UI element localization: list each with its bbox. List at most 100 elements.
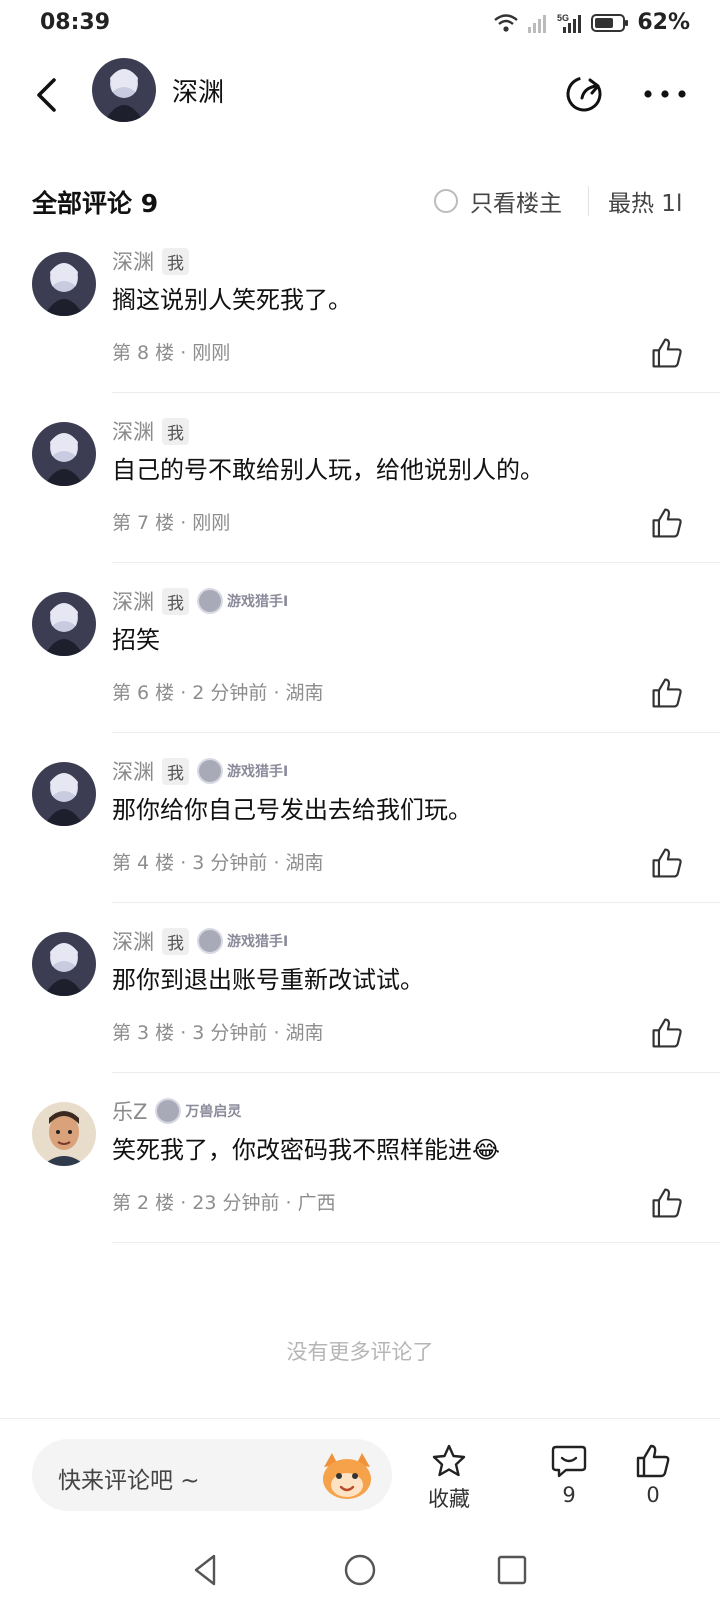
title-badge-label: 游戏猎手I — [227, 764, 289, 780]
title-badge-label: 万兽启灵 — [185, 1104, 242, 1120]
only-op-toggle[interactable]: 只看楼主 — [434, 184, 562, 218]
comment-author-row: 深渊 我 — [112, 246, 189, 276]
mascot-icon — [323, 1453, 371, 1499]
comment-author-row: 深渊 我 — [112, 416, 189, 446]
comment-author[interactable]: 深渊 — [112, 416, 154, 446]
page-title: 深渊 — [172, 78, 225, 108]
divider — [112, 392, 720, 393]
thumbs-up-icon[interactable] — [650, 676, 684, 710]
comment-text[interactable]: 招笑 — [112, 620, 160, 655]
comment-input[interactable]: 快来评论吧 ~ — [32, 1439, 392, 1511]
bottom-bar: 快来评论吧 ~ 收藏 9 0 — [0, 1418, 720, 1530]
no-more-comments: 没有更多评论了 — [286, 1340, 434, 1364]
comment-item[interactable]: 深渊 我 游戏猎手I 那你到退出账号重新改试试。 第 3 楼 · 3 分钟前 ·… — [0, 926, 720, 1098]
comments-header: 全部评论 9 只看楼主 最热 1l — [0, 172, 720, 228]
title-badge-label: 游戏猎手I — [227, 934, 289, 950]
status-time: 08:39 — [40, 10, 111, 35]
title-badge: 游戏猎手I — [197, 928, 288, 954]
status-bar: 08:39 5G 62% — [0, 0, 720, 48]
wifi-icon — [494, 13, 519, 32]
network-label: 5G — [557, 13, 569, 23]
collect-label: 收藏 — [428, 1487, 470, 1511]
me-badge: 我 — [162, 927, 189, 955]
comment-author[interactable]: 深渊 — [112, 926, 154, 956]
avatar[interactable] — [32, 252, 96, 316]
back-icon[interactable] — [28, 72, 68, 118]
title-badge: 万兽启灵 — [155, 1098, 241, 1124]
avatar[interactable] — [92, 58, 156, 122]
avatar[interactable] — [32, 422, 96, 486]
share-icon[interactable] — [562, 70, 608, 116]
thumbs-up-icon[interactable] — [650, 336, 684, 370]
sort-dropdown[interactable]: 最热 1l — [608, 184, 682, 218]
radio-icon[interactable] — [434, 189, 458, 213]
comment-text[interactable]: 那你给你自己号发出去给我们玩。 — [112, 790, 472, 825]
comment-author[interactable]: 深渊 — [112, 756, 154, 786]
battery-icon — [591, 13, 629, 32]
divider — [112, 1242, 720, 1243]
comment-item[interactable]: 深渊 我 搁这说别人笑死我了。 第 8 楼 · 刚刚 — [0, 246, 720, 418]
title-badge-label: 游戏猎手I — [227, 594, 289, 610]
comment-count-button[interactable]: 9 — [534, 1443, 604, 1507]
nav-home-icon[interactable] — [340, 1550, 380, 1590]
like-count: 0 — [646, 1483, 660, 1507]
medal-icon — [155, 1098, 182, 1124]
header: 深渊 — [0, 50, 720, 140]
thumbs-up-icon — [636, 1444, 670, 1478]
avatar[interactable] — [32, 1102, 96, 1166]
signal-icon-2: 5G — [557, 13, 582, 33]
battery-percent: 62% — [637, 10, 690, 35]
comment-author[interactable]: 乐Z — [112, 1096, 147, 1126]
me-badge: 我 — [162, 757, 189, 785]
divider — [112, 732, 720, 733]
comment-meta: 第 8 楼 · 刚刚 — [112, 342, 231, 364]
medal-icon — [197, 758, 223, 784]
comments-title: 全部评论 9 — [32, 189, 159, 218]
like-button[interactable]: 0 — [618, 1443, 688, 1507]
me-badge: 我 — [162, 247, 189, 275]
nav-recents-icon[interactable] — [492, 1550, 532, 1590]
comment-author-row: 深渊 我 游戏猎手I — [112, 586, 288, 616]
only-op-label: 只看楼主 — [470, 191, 562, 217]
divider — [588, 186, 589, 216]
divider — [112, 902, 720, 903]
comment-text[interactable]: 搁这说别人笑死我了。 — [112, 280, 352, 315]
medal-icon — [197, 928, 223, 954]
comment-item[interactable]: 深渊 我 自己的号不敢给别人玩，给他说别人的。 第 7 楼 · 刚刚 — [0, 416, 720, 588]
comment-item[interactable]: 深渊 我 游戏猎手I 那你给你自己号发出去给我们玩。 第 4 楼 · 3 分钟前… — [0, 756, 720, 928]
comment-author-row: 深渊 我 游戏猎手I — [112, 756, 288, 786]
thumbs-up-icon[interactable] — [650, 506, 684, 540]
more-icon[interactable] — [640, 76, 690, 112]
comment-meta: 第 7 楼 · 刚刚 — [112, 512, 231, 534]
system-nav-bar — [0, 1532, 720, 1612]
comment-text[interactable]: 自己的号不敢给别人玩，给他说别人的。 — [112, 450, 544, 485]
comment-bubble-icon — [551, 1445, 587, 1478]
nav-back-icon[interactable] — [186, 1550, 226, 1590]
collect-button[interactable]: 收藏 — [414, 1443, 484, 1513]
divider — [112, 1072, 720, 1073]
title-badge: 游戏猎手I — [197, 588, 288, 614]
thumbs-up-icon[interactable] — [650, 846, 684, 880]
avatar[interactable] — [32, 932, 96, 996]
avatar[interactable] — [32, 762, 96, 826]
comment-author[interactable]: 深渊 — [112, 246, 154, 276]
thumbs-up-icon[interactable] — [650, 1016, 684, 1050]
star-icon — [432, 1444, 466, 1477]
comment-meta: 第 3 楼 · 3 分钟前 · 湖南 — [112, 1022, 324, 1044]
comment-item[interactable]: 乐Z 万兽启灵 笑死我了，你改密码我不照样能进😂 第 2 楼 · 23 分钟前 … — [0, 1096, 720, 1268]
comment-placeholder: 快来评论吧 ~ — [58, 1468, 200, 1494]
divider — [112, 562, 720, 563]
comment-item[interactable]: 深渊 我 游戏猎手I 招笑 第 6 楼 · 2 分钟前 · 湖南 — [0, 586, 720, 758]
status-icons: 5G 62% — [493, 10, 690, 35]
comment-author[interactable]: 深渊 — [112, 586, 154, 616]
me-badge: 我 — [162, 417, 189, 445]
comment-text[interactable]: 笑死我了，你改密码我不照样能进😂 — [112, 1130, 500, 1165]
me-badge: 我 — [162, 587, 189, 615]
thumbs-up-icon[interactable] — [650, 1186, 684, 1220]
avatar[interactable] — [32, 592, 96, 656]
comment-author-row: 深渊 我 游戏猎手I — [112, 926, 288, 956]
medal-icon — [197, 588, 223, 614]
comment-meta: 第 6 楼 · 2 分钟前 · 湖南 — [112, 682, 324, 704]
title-badge: 游戏猎手I — [197, 758, 288, 784]
comment-text[interactable]: 那你到退出账号重新改试试。 — [112, 960, 424, 995]
